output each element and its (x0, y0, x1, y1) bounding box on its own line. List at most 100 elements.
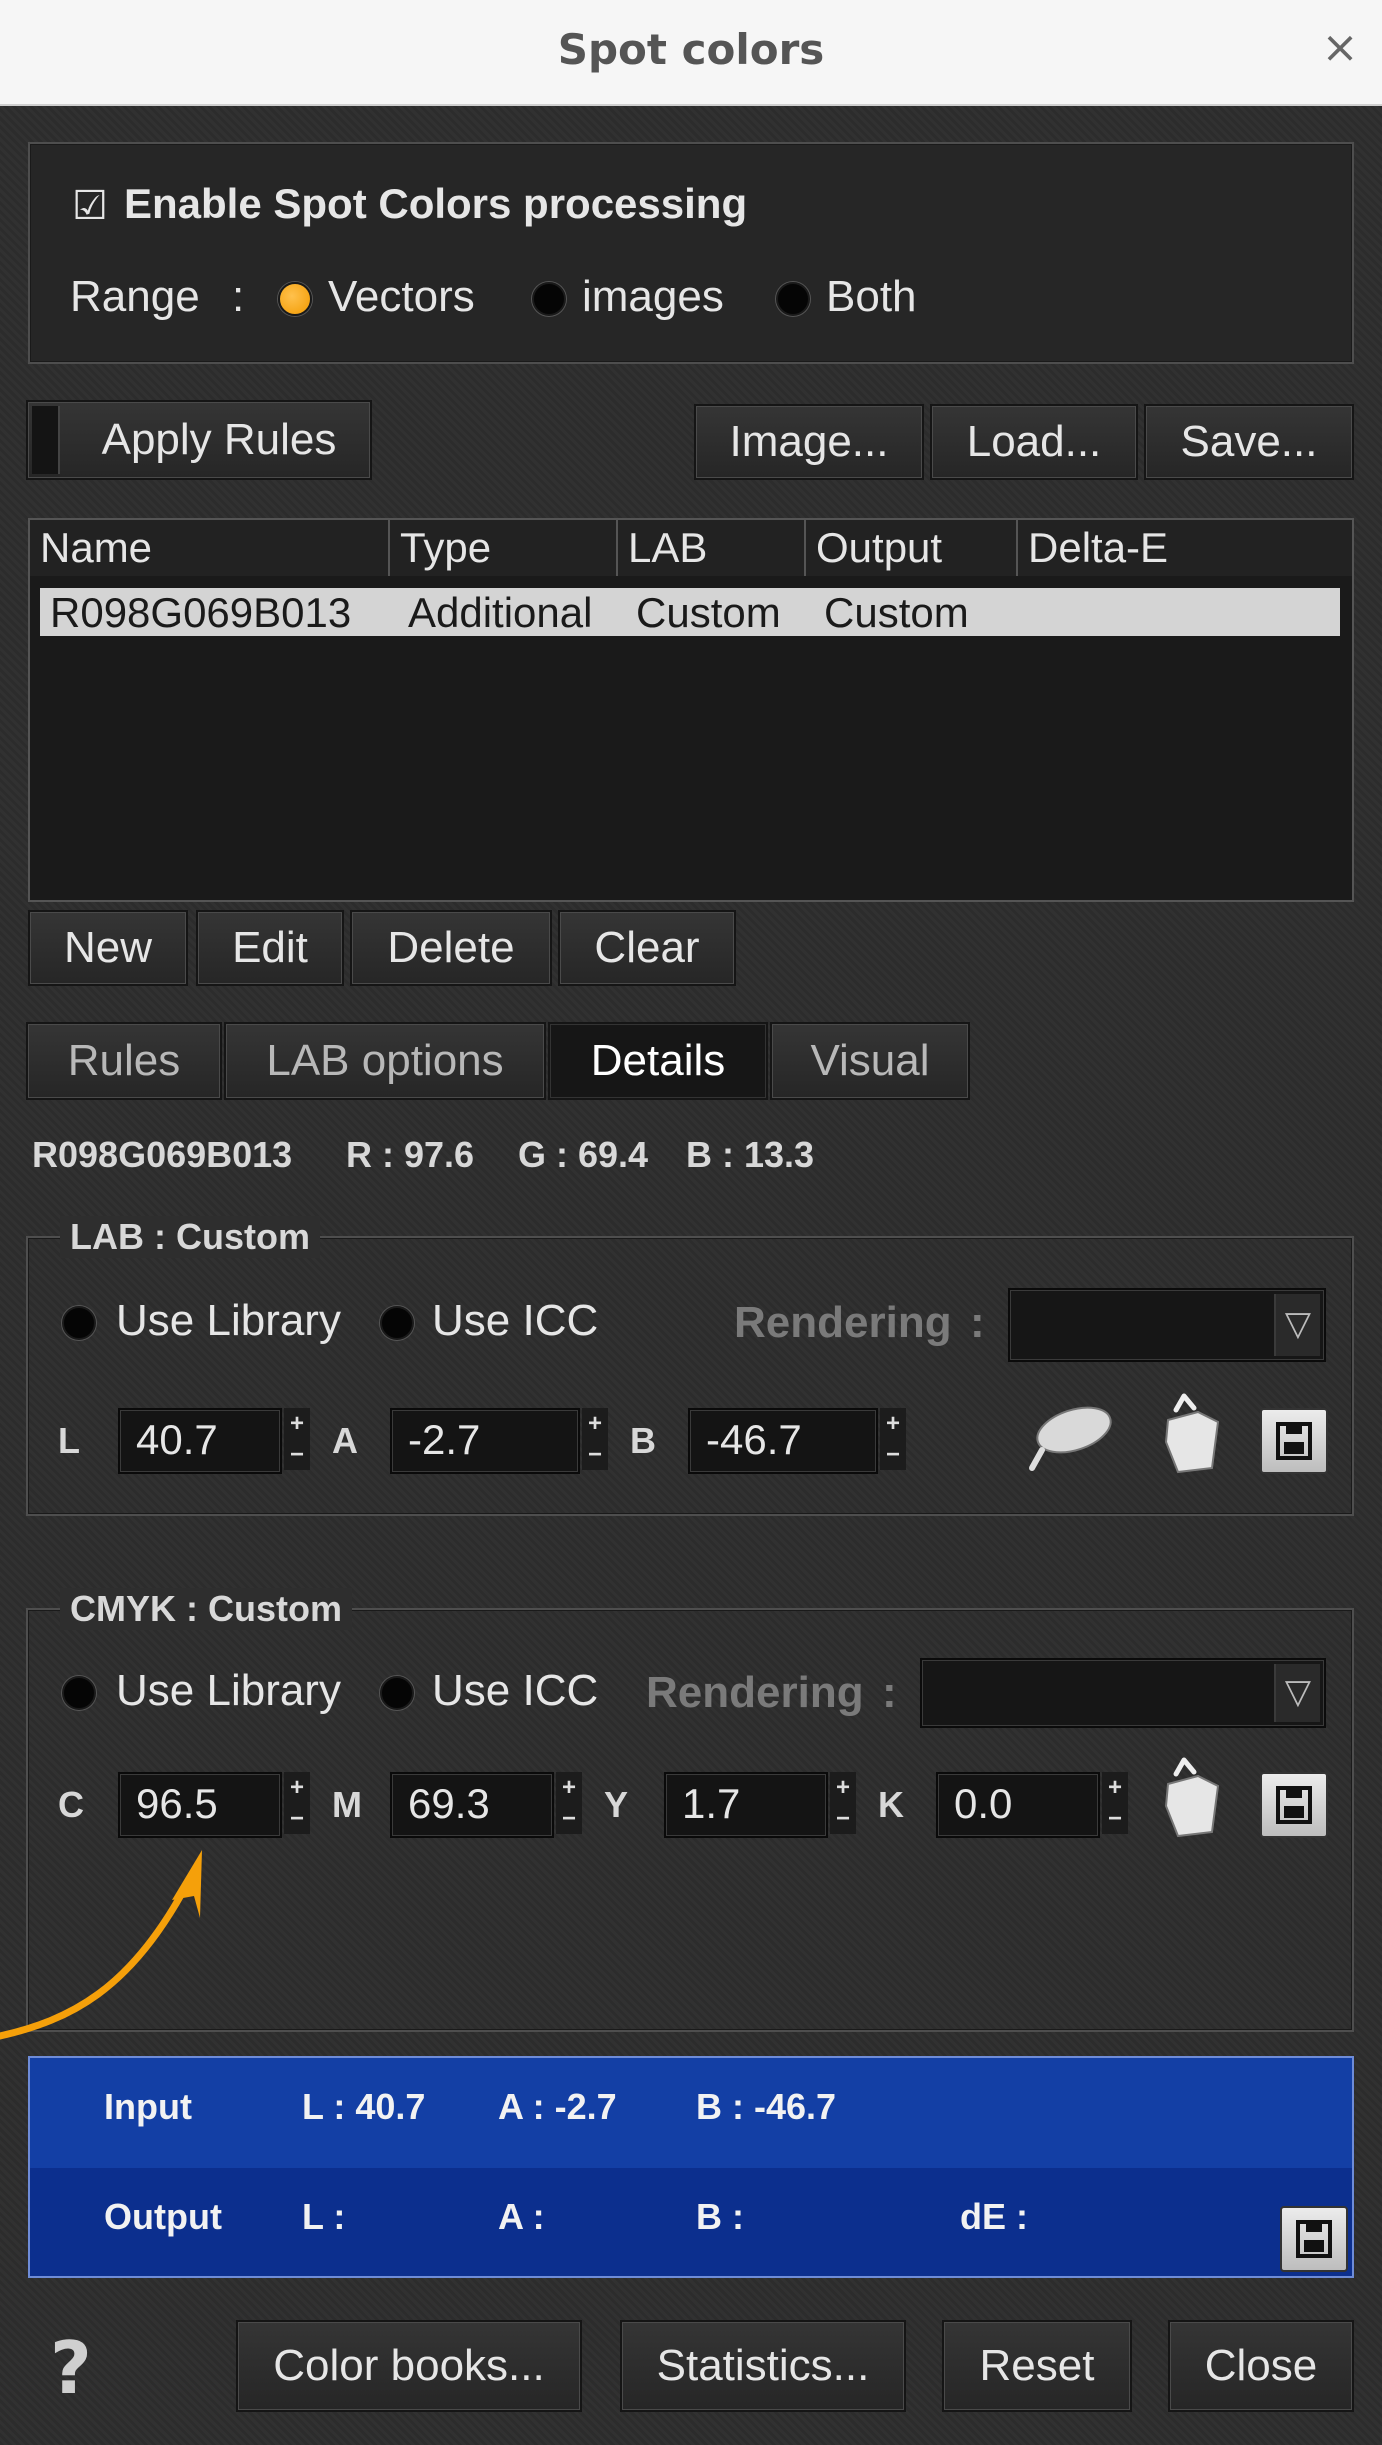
close-window-icon[interactable]: × (1310, 18, 1370, 78)
tab-details[interactable]: Details (548, 1022, 768, 1100)
save-button[interactable]: Save... (1144, 404, 1354, 480)
minus-icon[interactable]: − (582, 1439, 608, 1470)
b-input[interactable]: -46.7 (688, 1408, 878, 1474)
column-header-lab[interactable]: LAB (618, 520, 806, 576)
m-input[interactable]: 69.3 (390, 1772, 554, 1838)
b-label: B (630, 1420, 656, 1461)
delete-button[interactable]: Delete (350, 910, 552, 986)
window-title: Spot colors (557, 25, 825, 74)
l-input[interactable]: 40.7 (118, 1408, 282, 1474)
floppy-disk-icon (1276, 1422, 1312, 1460)
plus-icon[interactable]: + (830, 1772, 856, 1803)
plus-icon[interactable]: + (556, 1772, 582, 1803)
new-button[interactable]: New (28, 910, 188, 986)
lab-section-title: LAB : Custom (60, 1216, 320, 1258)
column-header-delta-e[interactable]: Delta-E (1018, 520, 1352, 576)
c-stepper[interactable]: + − (284, 1772, 310, 1838)
a-stepper[interactable]: + − (582, 1408, 608, 1474)
a-input[interactable]: -2.7 (390, 1408, 580, 1474)
table-row[interactable]: R098G069B013 Additional Custom Custom (40, 588, 1340, 636)
lab-rendering-label: Rendering (734, 1298, 952, 1347)
image-button[interactable]: Image... (694, 404, 924, 480)
detail-b-value: B : 13.3 (686, 1134, 815, 1175)
y-stepper[interactable]: + − (830, 1772, 856, 1838)
reset-button[interactable]: Reset (942, 2320, 1132, 2412)
lab-section (26, 1236, 1354, 1516)
statistics-button[interactable]: Statistics... (620, 2320, 906, 2412)
cell-output: Custom (824, 589, 969, 636)
output-label: Output (104, 2196, 222, 2237)
l-label: L (58, 1420, 80, 1461)
range-label: Range (70, 272, 200, 321)
lab-rendering-select[interactable]: ▽ (1008, 1288, 1326, 1362)
save-cmyk-button[interactable] (1260, 1772, 1328, 1838)
clear-button[interactable]: Clear (558, 910, 736, 986)
minus-icon[interactable]: − (880, 1439, 906, 1470)
column-header-output[interactable]: Output (806, 520, 1018, 576)
save-io-button[interactable] (1280, 2206, 1348, 2272)
minus-icon[interactable]: − (830, 1803, 856, 1834)
k-stepper[interactable]: + − (1102, 1772, 1128, 1838)
cmyk-rendering-colon: : (882, 1668, 897, 1717)
radio-vectors[interactable] (278, 282, 312, 316)
k-input[interactable]: 0.0 (936, 1772, 1100, 1838)
minus-icon[interactable]: − (1102, 1803, 1128, 1834)
save-lab-button[interactable] (1260, 1408, 1328, 1474)
plus-icon[interactable]: + (880, 1408, 906, 1439)
lab-rendering-colon: : (970, 1298, 985, 1347)
radio-vectors-label: Vectors (328, 272, 475, 321)
radio-both[interactable] (776, 282, 810, 316)
help-icon[interactable]: ? (50, 2326, 92, 2410)
table-header: Name Type LAB Output Delta-E (30, 520, 1352, 576)
plus-icon[interactable]: + (284, 1408, 310, 1439)
y-input[interactable]: 1.7 (664, 1772, 828, 1838)
m-stepper[interactable]: + − (556, 1772, 582, 1838)
b-stepper[interactable]: + − (880, 1408, 906, 1474)
cmyk-radio-use-icc[interactable] (380, 1676, 414, 1710)
y-label: Y (604, 1784, 629, 1825)
close-button[interactable]: Close (1168, 2320, 1354, 2412)
tab-lab-options[interactable]: LAB options (224, 1022, 546, 1100)
color-books-button[interactable]: Color books... (236, 2320, 582, 2412)
column-header-type[interactable]: Type (390, 520, 618, 576)
cmyk-use-icc-label: Use ICC (432, 1666, 599, 1715)
a-label: A (332, 1420, 358, 1461)
minus-icon[interactable]: − (284, 1439, 310, 1470)
output-a-value: A : (498, 2196, 545, 2237)
enable-checkbox[interactable]: ☑ (72, 183, 108, 229)
column-header-name[interactable]: Name (30, 520, 390, 576)
lab-radio-use-icc[interactable] (380, 1306, 414, 1340)
open-file-icon[interactable] (1158, 1392, 1228, 1476)
l-stepper[interactable]: + − (284, 1408, 310, 1474)
lab-use-library-label: Use Library (116, 1296, 341, 1345)
minus-icon[interactable]: − (284, 1803, 310, 1834)
detail-r-value: R : 97.6 (346, 1134, 475, 1175)
output-delta-e: dE : (960, 2196, 1028, 2237)
c-input[interactable]: 96.5 (118, 1772, 282, 1838)
input-b-value: B : -46.7 (696, 2086, 837, 2127)
lab-radio-use-library[interactable] (62, 1306, 96, 1340)
cmyk-rendering-select[interactable]: ▽ (920, 1658, 1326, 1728)
tab-visual[interactable]: Visual (770, 1022, 970, 1100)
load-button[interactable]: Load... (930, 404, 1138, 480)
cmyk-section-title: CMYK : Custom (60, 1588, 352, 1630)
open-file-icon[interactable] (1158, 1756, 1228, 1840)
annotation-arrow (0, 1850, 202, 2040)
input-a-value: A : -2.7 (498, 2086, 617, 2127)
floppy-disk-icon (1276, 1786, 1312, 1824)
radio-images[interactable] (532, 282, 566, 316)
range-colon: : (232, 272, 245, 321)
c-label: C (58, 1784, 84, 1825)
apply-rules-button[interactable]: Apply Rules (26, 400, 372, 480)
plus-icon[interactable]: + (284, 1772, 310, 1803)
minus-icon[interactable]: − (556, 1803, 582, 1834)
edit-button[interactable]: Edit (196, 910, 344, 986)
floppy-disk-icon (1296, 2220, 1332, 2258)
eyedropper-icon[interactable] (1026, 1400, 1116, 1476)
plus-icon[interactable]: + (582, 1408, 608, 1439)
tab-rules[interactable]: Rules (26, 1022, 222, 1100)
output-b-value: B : (696, 2196, 744, 2237)
cell-delta-e (1026, 588, 1036, 638)
plus-icon[interactable]: + (1102, 1772, 1128, 1803)
cmyk-radio-use-library[interactable] (62, 1676, 96, 1710)
